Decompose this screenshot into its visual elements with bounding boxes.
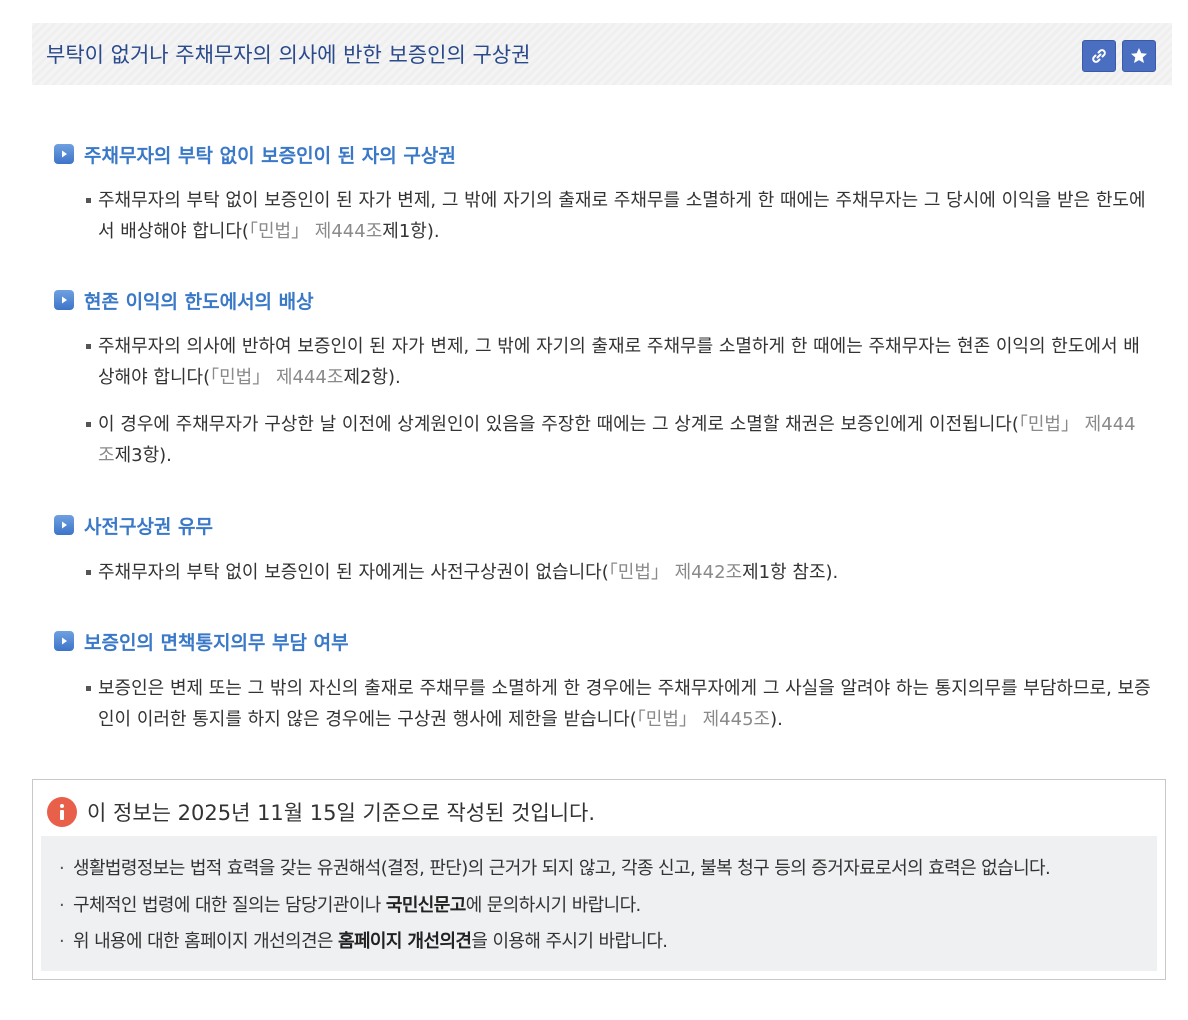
play-arrow-icon (54, 631, 74, 651)
notice-panel: 이 정보는 2025년 11월 15일 기준으로 작성된 것입니다. · 생활법령… (32, 779, 1166, 980)
notice-text: 생활법령정보는 법적 효력을 갖는 유권해석(결정, 판단)의 근거가 되지 않… (73, 858, 1051, 879)
item-text: 보증인은 변제 또는 그 밖의 자신의 출재로 주채무를 소멸하게 한 경우에는… (98, 678, 1151, 730)
bullet-mark (86, 570, 91, 575)
play-arrow-icon (54, 515, 74, 535)
notice-line: · 생활법령정보는 법적 효력을 갖는 유권해석(결정, 판단)의 근거가 되지 … (59, 858, 1051, 879)
feedback-link[interactable]: 홈페이지 개선의견 (338, 931, 472, 952)
law-reference[interactable]: 「민법」 제442조 (609, 562, 742, 583)
star-icon (1131, 48, 1147, 63)
notice-line: · 구체적인 법령에 대한 질의는 담당기관이나 국민신문고에 문의하시기 바랍니… (59, 895, 642, 916)
item-tail: 제1항 참조). (742, 562, 839, 583)
notice-text: 위 내용에 대한 홈페이지 개선의견은 (73, 931, 339, 952)
item-text: 주채무자의 부탁 없이 보증인이 된 자에게는 사전구상권이 없습니다( (98, 562, 609, 583)
bookmark-button[interactable] (1122, 40, 1156, 72)
notice-body: · 생활법령정보는 법적 효력을 갖는 유권해석(결정, 판단)의 근거가 되지 … (41, 836, 1157, 971)
section-heading-text: 사전구상권 유무 (84, 515, 213, 538)
notice-title: 이 정보는 2025년 11월 15일 기준으로 작성된 것입니다. (87, 801, 596, 825)
item-tail: 제2항). (343, 367, 401, 388)
section-heading: 주채무자의 부탁 없이 보증인이 된 자의 구상권 (54, 141, 456, 167)
copy-link-button[interactable] (1082, 40, 1116, 72)
item-tail: 제3항). (114, 445, 172, 466)
section-heading: 보증인의 면책통지의무 부담 여부 (54, 628, 349, 654)
notice-header: 이 정보는 2025년 11월 15일 기준으로 작성된 것입니다. (47, 797, 595, 827)
section-heading: 현존 이익의 한도에서의 배상 (54, 287, 314, 313)
law-reference[interactable]: 「민법」 제445조 (637, 709, 770, 730)
notice-text: 을 이용해 주시기 바랍니다. (471, 931, 668, 952)
law-reference[interactable]: 「민법」 제444조 (249, 221, 382, 242)
page-title: 부탁이 없거나 주채무자의 의사에 반한 보증인의 구상권 (46, 43, 531, 67)
list-item: 보증인은 변제 또는 그 밖의 자신의 출재로 주채무를 소멸하게 한 경우에는… (86, 673, 1152, 735)
play-arrow-icon (54, 144, 74, 164)
list-item: 주채무자의 의사에 반하여 보증인이 된 자가 변제, 그 밖에 자기의 출재로… (86, 331, 1152, 393)
section-heading-text: 보증인의 면책통지의무 부담 여부 (84, 631, 349, 654)
section-heading: 사전구상권 유무 (54, 512, 213, 538)
link-icon (1092, 49, 1106, 63)
item-text: 이 경우에 주채무자가 구상한 날 이전에 상계원인이 있음을 주장한 때에는 … (98, 414, 1019, 435)
notice-text: 에 문의하시기 바랍니다. (465, 895, 642, 916)
notice-line: · 위 내용에 대한 홈페이지 개선의견은 홈페이지 개선의견을 이용해 주시기 … (59, 931, 668, 952)
bullet-mark (86, 686, 91, 691)
info-icon (47, 797, 77, 827)
sinmungo-link[interactable]: 국민신문고 (386, 895, 466, 916)
notice-text: 구체적인 법령에 대한 질의는 담당기관이나 (73, 895, 386, 916)
bullet-mark (86, 198, 91, 203)
law-reference[interactable]: 「민법」 제444조 (210, 367, 343, 388)
bullet-mark (86, 422, 91, 427)
play-arrow-icon (54, 290, 74, 310)
bullet-mark (86, 344, 91, 349)
list-item: 이 경우에 주채무자가 구상한 날 이전에 상계원인이 있음을 주장한 때에는 … (86, 409, 1152, 471)
list-item: 주채무자의 부탁 없이 보증인이 된 자가 변제, 그 밖에 자기의 출재로 주… (86, 185, 1152, 247)
item-tail: ). (770, 709, 783, 730)
section-heading-text: 현존 이익의 한도에서의 배상 (84, 290, 314, 313)
list-item: 주채무자의 부탁 없이 보증인이 된 자에게는 사전구상권이 없습니다(「민법」… (86, 557, 1152, 588)
section-heading-text: 주채무자의 부탁 없이 보증인이 된 자의 구상권 (84, 144, 456, 167)
item-tail: 제1항). (382, 221, 440, 242)
page-title-bar: 부탁이 없거나 주채무자의 의사에 반한 보증인의 구상권 (32, 23, 1172, 85)
